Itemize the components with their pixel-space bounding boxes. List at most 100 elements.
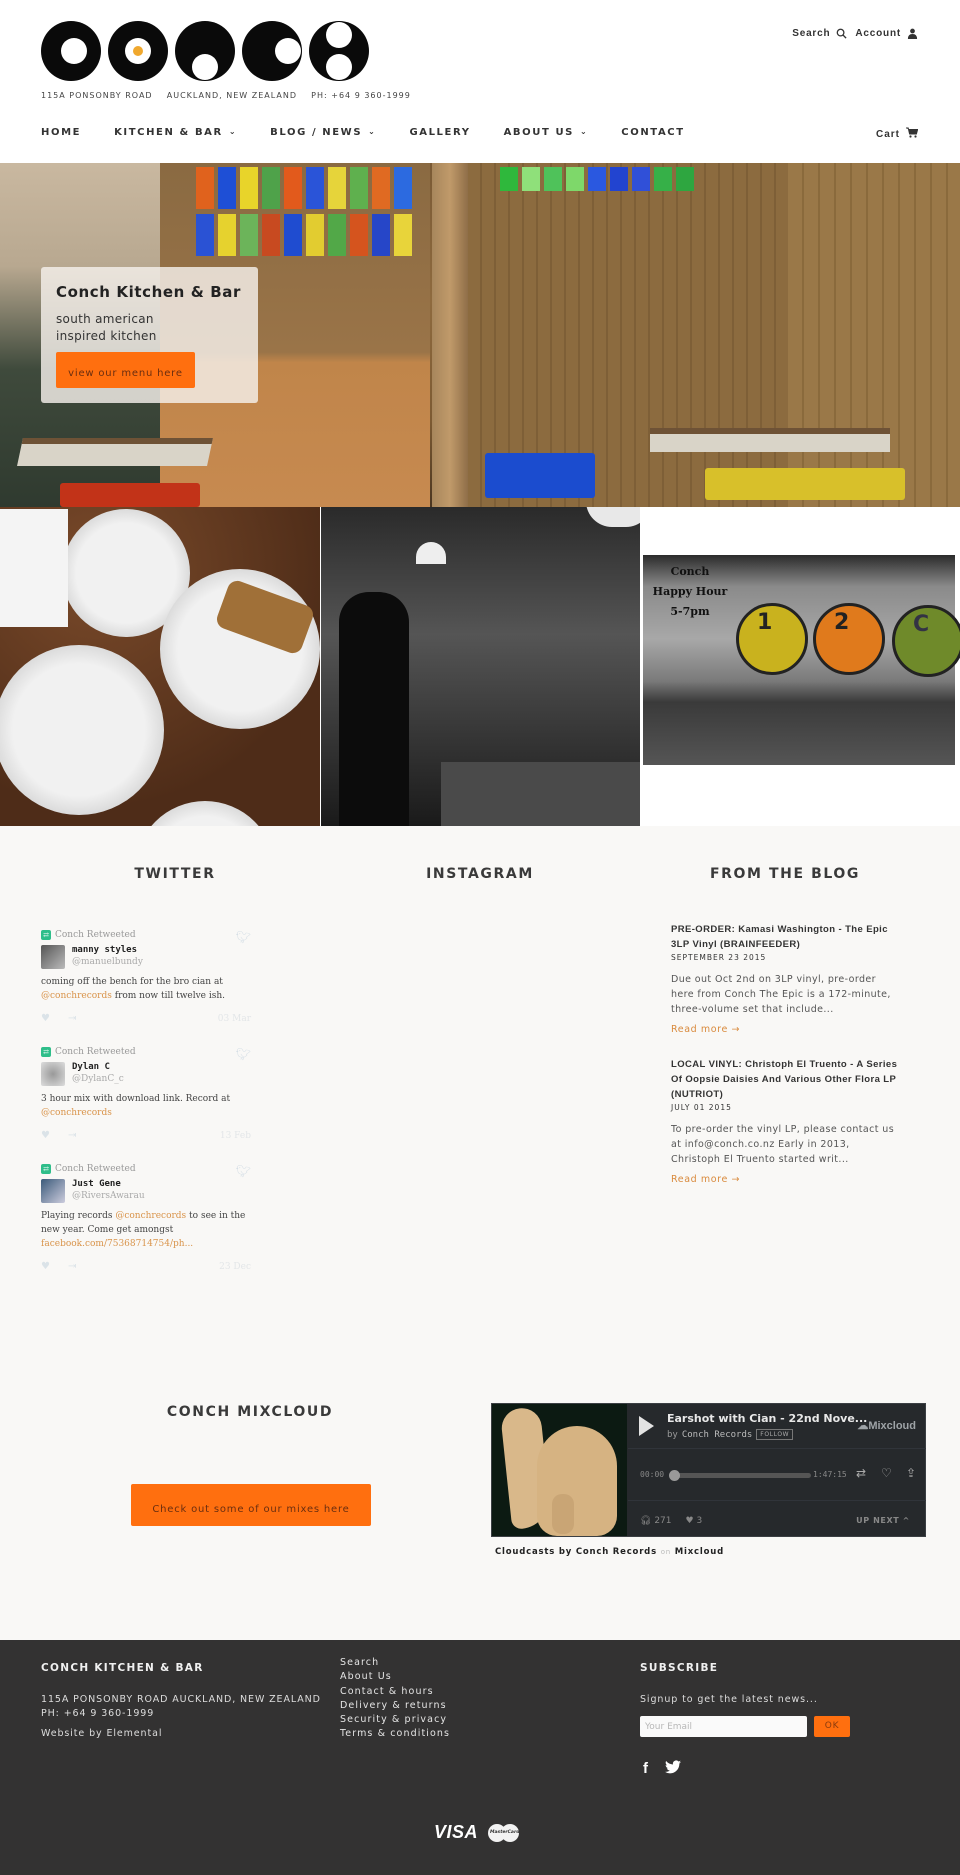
like-icon[interactable]: ♥ [41,1130,50,1141]
mix-artwork[interactable] [492,1404,627,1536]
share-icon[interactable]: ⇪ [906,1466,916,1480]
twitter-icon[interactable] [665,1760,681,1778]
blog-post-title[interactable]: PRE-ORDER: Kamasi Washington - The Epic … [671,922,901,952]
time-total: 1:47:15 [813,1470,847,1479]
search-link[interactable]: Search [792,28,830,39]
nav-label: HOME [41,127,82,138]
twitter-bird-icon: 🐦︎ [235,1047,251,1061]
chevron-down-icon: ⌄ [368,127,377,136]
footer-credit[interactable]: Website by Elemental [41,1727,162,1741]
account-link[interactable]: Account [855,28,901,39]
nav-item-contact[interactable]: CONTACT [621,127,684,138]
cart-icon [906,127,919,141]
tweet-author[interactable]: manny styles [72,945,143,955]
tap-badge-2: 2 [813,603,885,675]
mixcloud-site-link[interactable]: Mixcloud [675,1547,724,1557]
search-icon[interactable] [836,28,847,39]
cart-link[interactable]: Cart [876,127,919,141]
read-more-link[interactable]: Read more → [671,1174,740,1185]
payment-methods: VISA MasterCard [434,1822,520,1843]
mention-link[interactable]: @conchrecords [41,1108,112,1118]
cloudcasts-link[interactable]: Cloudcasts by Conch Records [495,1547,657,1557]
mention-link[interactable]: @conchrecords [41,991,112,1001]
tweet[interactable]: ⇄ Conch Retweeted 🐦︎ manny styles @manuelb… [41,930,251,1024]
tap-badge-1: 1 [736,603,808,675]
happy-hour-photo[interactable]: Conch Happy Hour 5-7pm 1 2 C [640,507,960,826]
nav-item-home[interactable]: HOME [41,127,81,138]
footer-link-security[interactable]: Security & privacy [340,1713,450,1727]
mixcloud-button[interactable]: Check out some of our mixes here [131,1484,371,1526]
blog-post-excerpt: To pre-order the vinyl LP, please contac… [671,1124,895,1165]
repost-icon[interactable]: ⇄ [856,1466,866,1480]
nav-item-blog-news[interactable]: BLOG / NEWS ⌄ [270,127,376,138]
divider [628,1448,926,1449]
bartender [339,592,409,826]
avatar[interactable] [41,1062,65,1086]
subscribe-ok-button[interactable]: OK [814,1716,850,1737]
up-next-button[interactable]: UP NEXT ^ [856,1516,910,1525]
mixcloud-heading: CONCH MIXCLOUD [166,1404,334,1420]
tweet-author[interactable]: Dylan C [72,1062,124,1072]
site-header: 115A PONSONBY ROAD AUCKLAND, NEW ZEALAND… [0,0,960,163]
mix-title[interactable]: Earshot with Cian - 22nd Nove... [667,1412,867,1425]
subscribe-text: Signup to get the latest news... [640,1694,818,1705]
avatar[interactable] [41,945,65,969]
happy-hour-sign: Conch Happy Hour 5-7pm [650,562,730,622]
chevron-up-icon: ^ [899,1516,910,1525]
share-icon[interactable]: ⇥ [68,1013,76,1024]
progress-slider[interactable] [669,1470,811,1481]
read-more-link[interactable]: Read more → [671,1024,740,1035]
lamp [586,507,640,527]
conch-logo[interactable] [41,21,369,81]
bar-photo[interactable] [321,507,640,826]
progress-knob[interactable] [669,1470,680,1481]
footer-link-delivery[interactable]: Delivery & returns [340,1699,450,1713]
account-icon[interactable] [907,28,918,39]
food-photo[interactable] [0,507,320,826]
share-icon[interactable]: ⇥ [68,1130,76,1141]
tweet[interactable]: ⇄ Conch Retweeted 🐦︎ Dylan C @DylanC_c 3 h… [41,1047,251,1141]
email-input[interactable] [640,1716,807,1737]
tweet-handle[interactable]: @RiversAwarau [72,1191,145,1201]
tweet-handle[interactable]: @manuelbundy [72,957,143,967]
like-icon[interactable]: ♥ [41,1013,50,1024]
nav-item-kitchen-bar[interactable]: KITCHEN & BAR ⌄ [114,127,237,138]
tweet-author[interactable]: Just Gene [72,1179,145,1189]
main-nav: HOME KITCHEN & BAR ⌄ BLOG / NEWS ⌄ GALLERY… [41,127,718,138]
footer-link-terms[interactable]: Terms & conditions [340,1727,450,1741]
mixcloud-logo[interactable]: ☁Mixcloud [857,1419,916,1432]
blog-post: PRE-ORDER: Kamasi Washington - The Epic … [671,922,901,1036]
external-link[interactable]: facebook.com/75368714754/ph... [41,1239,193,1249]
footer-address: 115A PONSONBY ROAD AUCKLAND, NEW ZEALAND… [41,1694,321,1719]
footer-link-contact[interactable]: Contact & hours [340,1685,450,1699]
retweet-label: ⇄ Conch Retweeted [41,1047,251,1057]
retweet-label: ⇄ Conch Retweeted [41,930,251,940]
headphones-icon: 🎧︎ [640,1516,652,1526]
footer-link-search[interactable]: Search [340,1656,450,1670]
tweet-date[interactable]: 23 Dec [219,1262,251,1272]
retweet-label: ⇄ Conch Retweeted [41,1164,251,1174]
share-icon[interactable]: ⇥ [68,1261,76,1272]
hero-photo-bench-yellow [705,468,905,500]
mix-artist[interactable]: Conch Records [682,1430,752,1440]
view-menu-button[interactable]: view our menu here [56,352,195,388]
nav-item-gallery[interactable]: GALLERY [409,127,470,138]
tweet-date[interactable]: 13 Feb [220,1131,251,1141]
nav-item-about-us[interactable]: ABOUT US ⌄ [504,127,589,138]
play-button[interactable] [639,1416,654,1436]
facebook-icon[interactable]: f [643,1760,648,1777]
avatar[interactable] [41,1179,65,1203]
footer-link-about[interactable]: About Us [340,1670,450,1684]
tweet-date[interactable]: 03 Mar [218,1014,251,1024]
nav-label: KITCHEN & BAR [114,127,223,138]
photo-grid: Conch Happy Hour 5-7pm 1 2 C [0,507,960,826]
like-icon[interactable]: ♥ [41,1261,50,1272]
heart-icon: ♥ [685,1516,694,1526]
favorite-icon[interactable]: ♡ [881,1466,892,1480]
tweet[interactable]: ⇄ Conch Retweeted 🐦︎ Just Gene @RiversAwar… [41,1164,251,1272]
blog-post-title[interactable]: LOCAL VINYL: Christoph El Truento - A Se… [671,1057,901,1102]
mention-link[interactable]: @conchrecords [115,1211,186,1221]
follow-button[interactable]: FOLLOW [756,1429,794,1440]
tweet-handle[interactable]: @DylanC_c [72,1074,124,1084]
time-current: 00:00 [640,1470,665,1479]
